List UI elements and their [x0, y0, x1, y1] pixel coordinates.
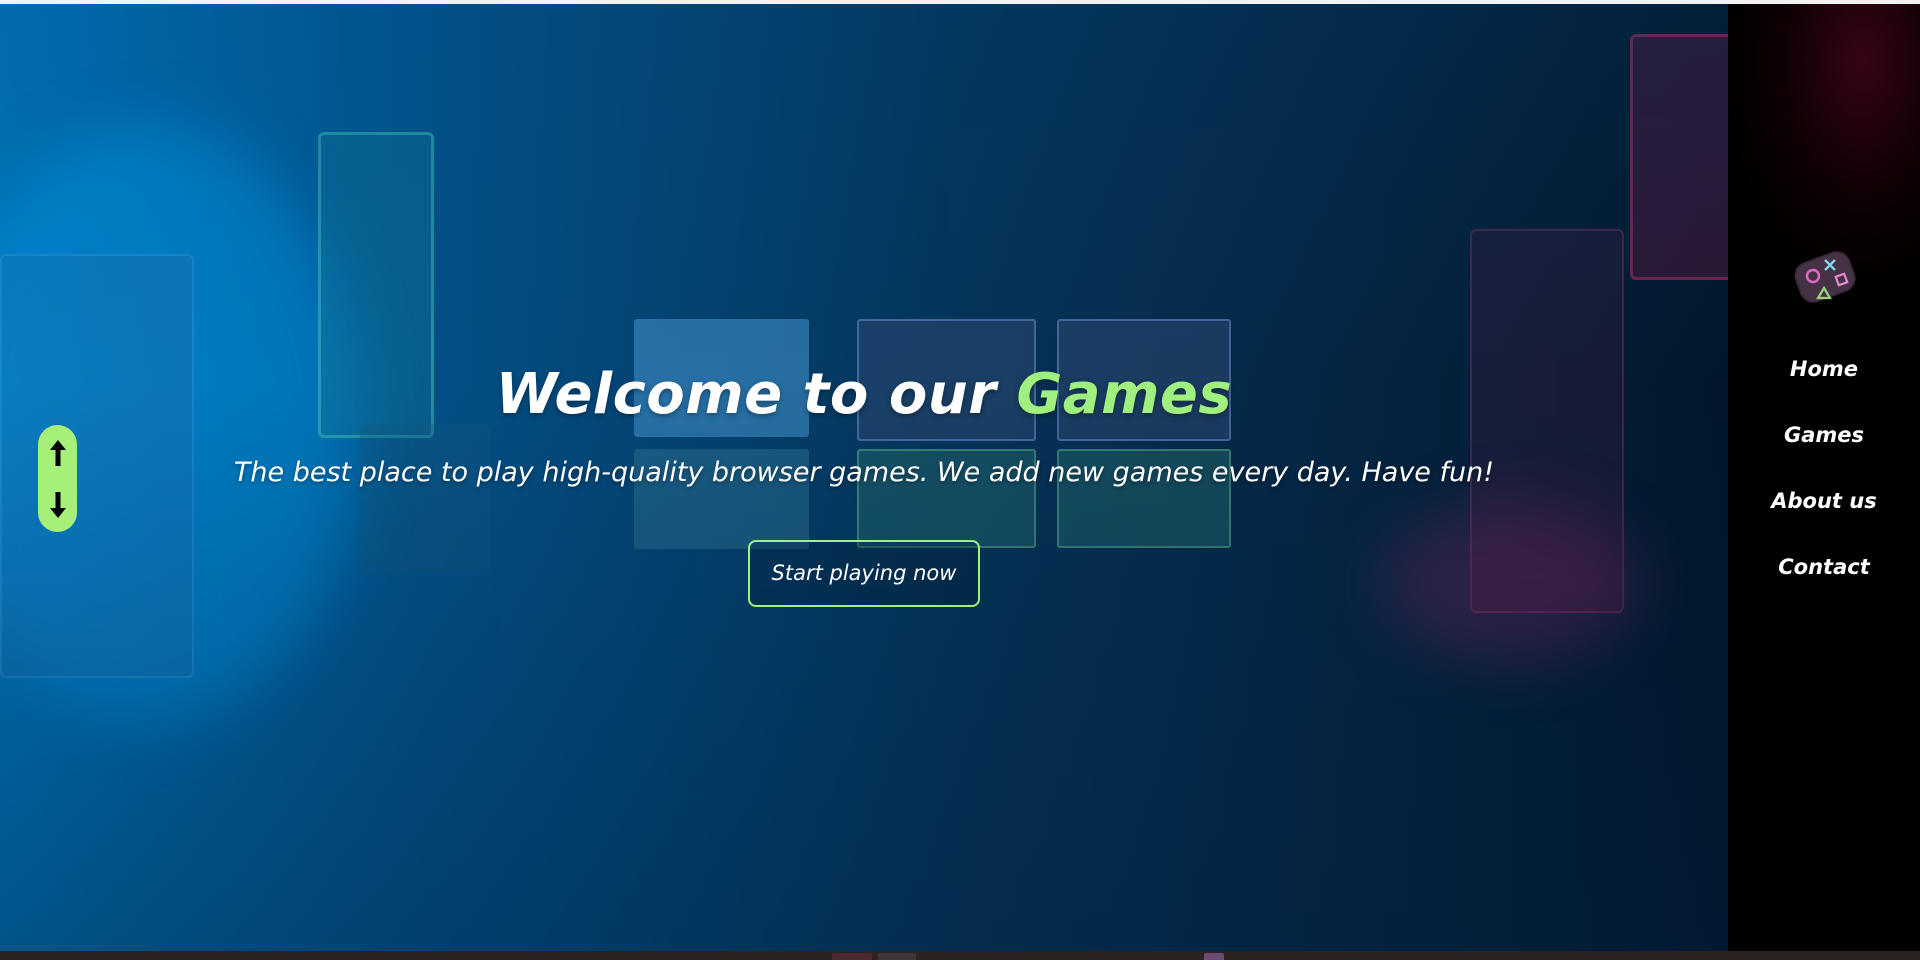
nav-item-contact: Contact — [1728, 542, 1920, 608]
page: Welcome to our Games The best place to p… — [0, 0, 1920, 960]
taskbar-edge — [0, 951, 1920, 960]
hero-title-main: Welcome to our — [495, 362, 1017, 427]
nav-link-about[interactable]: About us — [1771, 476, 1876, 526]
taskbar-item — [878, 953, 916, 960]
taskbar-item — [832, 953, 872, 960]
nav-item-about: About us — [1728, 476, 1920, 542]
nav-link-games[interactable]: Games — [1784, 410, 1864, 460]
side-navigation: Home Games About us Contact — [1728, 4, 1920, 951]
hero-title: Welcome to our Games — [0, 355, 1728, 435]
hero-subtitle: The best place to play high-quality brow… — [233, 457, 1495, 488]
nav-link-home[interactable]: Home — [1790, 344, 1858, 394]
hero-title-accent: Games — [1016, 362, 1233, 427]
nav-item-home: Home — [1728, 344, 1920, 410]
hero-content: Welcome to our Games The best place to p… — [0, 355, 1728, 607]
gamepad-buttons-icon[interactable] — [1790, 242, 1860, 312]
start-playing-button[interactable]: Start playing now — [748, 540, 980, 607]
taskbar-item — [1204, 953, 1224, 960]
nav-item-games: Games — [1728, 410, 1920, 476]
nav-link-contact[interactable]: Contact — [1778, 542, 1870, 592]
nav-menu: Home Games About us Contact — [1728, 344, 1920, 608]
